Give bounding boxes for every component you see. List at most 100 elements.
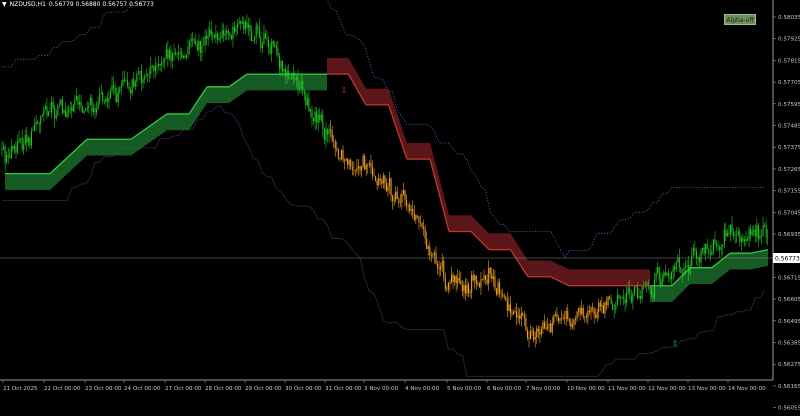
- candle-body: [295, 76, 298, 81]
- candle-body: [605, 302, 608, 306]
- candle-body: [182, 56, 184, 58]
- candle-body: [305, 93, 307, 106]
- price-tick-label: 0.56275: [778, 362, 800, 368]
- candle-body: [522, 313, 524, 316]
- candle-body: [632, 293, 634, 302]
- candle-body: [379, 178, 381, 181]
- symbol-menu-icon[interactable]: ▼: [2, 1, 7, 9]
- candle-body: [192, 38, 194, 40]
- price-tick-label: 0.58035: [778, 15, 800, 21]
- candle-body: [294, 78, 296, 81]
- candle-body: [74, 100, 76, 105]
- candle-body: [499, 282, 501, 294]
- candle-body: [765, 225, 767, 238]
- chart-canvas[interactable]: ⇩ ⇧ 0.580350.579250.578150.577050.575950…: [0, 0, 800, 412]
- candle-body: [548, 323, 550, 326]
- candle-body: [477, 283, 479, 284]
- candle-body: [601, 304, 603, 307]
- candle-body: [97, 102, 99, 110]
- candle-body: [621, 296, 623, 298]
- candle-body: [175, 52, 177, 55]
- candle-body: [9, 156, 11, 159]
- candle-body: [565, 310, 567, 319]
- candle-body: [375, 176, 377, 181]
- candle-body: [381, 180, 383, 184]
- alpha-off-button[interactable]: Alpha-off: [724, 14, 756, 25]
- price-tick-label: 0.57595: [778, 102, 800, 108]
- candle-body: [226, 30, 228, 34]
- price-chart[interactable]: ⇩ ⇧ 0.58035 0.57925 0.57815 0.57705 0.57595 0…: [0, 0, 800, 412]
- candle-body: [371, 166, 373, 176]
- price-tick-label: 0.56935: [778, 232, 800, 238]
- candle-body: [356, 167, 358, 171]
- time-tick-label: 29 Oct 00:00: [245, 386, 282, 392]
- candle-body: [640, 295, 642, 299]
- candle-body: [469, 292, 471, 294]
- candle-body: [271, 41, 273, 54]
- price-tick-label: 0.56495: [778, 319, 800, 325]
- candle-body: [78, 101, 81, 105]
- candle-body: [202, 45, 205, 46]
- price-tick-label: 0.57485: [778, 124, 800, 130]
- candle-body: [733, 232, 735, 236]
- candle-body: [173, 52, 175, 54]
- candle-body: [260, 37, 262, 49]
- candle-body: [240, 21, 242, 24]
- candle-body: [523, 315, 525, 318]
- candle-body: [102, 92, 104, 102]
- candle-body: [454, 276, 456, 282]
- symbol-timeframe: NZDUSD,H1: [9, 1, 46, 8]
- candle-body: [385, 182, 387, 192]
- candle-body: [263, 33, 265, 45]
- candle-body: [485, 275, 487, 280]
- time-tick-label: 11 Nov 00:00: [608, 386, 646, 392]
- candle-body: [213, 34, 215, 38]
- candle-body: [401, 194, 403, 203]
- candle-body: [388, 178, 391, 187]
- candle-body: [695, 251, 697, 259]
- candle-body: [495, 288, 497, 295]
- candle-body: [89, 97, 91, 106]
- candle-body: [254, 36, 256, 40]
- candle-body: [120, 85, 122, 88]
- candle-body: [317, 115, 319, 123]
- candle-body: [204, 35, 206, 46]
- candle-body: [458, 278, 460, 281]
- candle-body: [65, 109, 67, 117]
- price-tick-label: 0.56165: [778, 384, 800, 390]
- candle-body: [16, 142, 19, 153]
- candle-body: [151, 65, 153, 67]
- candle-body: [579, 308, 581, 315]
- candle-body: [638, 295, 640, 298]
- candle-body: [376, 180, 378, 185]
- candle-body: [224, 33, 226, 36]
- candle-body: [609, 296, 611, 299]
- candle-body: [154, 65, 156, 71]
- candle-body: [15, 145, 17, 153]
- candle-body: [108, 98, 110, 102]
- time-tick-label: 4 Nov 00:00: [405, 386, 440, 392]
- candle-body: [230, 35, 232, 39]
- time-tick-label: 14 Nov 00:00: [728, 386, 766, 392]
- candle-body: [91, 97, 93, 112]
- candle-body: [342, 149, 344, 161]
- candle-body: [170, 50, 172, 61]
- candle-body: [221, 30, 223, 38]
- price-tick-label: 0.56715: [778, 275, 800, 281]
- price-axis-labels: 0.58035 0.57925 0.57815 0.57705 0.57595 0.574…: [773, 15, 800, 412]
- candle-body: [570, 321, 572, 328]
- candle-body: [430, 255, 432, 257]
- candle-body: [717, 246, 719, 248]
- candle-body: [709, 253, 711, 256]
- candle-body: [514, 311, 516, 312]
- candle-body: [455, 276, 457, 284]
- candle-body: [581, 307, 583, 315]
- candle-body: [661, 278, 663, 286]
- candle-body: [650, 288, 652, 295]
- candle-body: [69, 107, 71, 109]
- candle-body: [450, 274, 453, 283]
- candle-body: [241, 21, 243, 24]
- candle-body: [29, 137, 31, 146]
- candle-body: [368, 162, 370, 165]
- candle-body: [627, 287, 629, 293]
